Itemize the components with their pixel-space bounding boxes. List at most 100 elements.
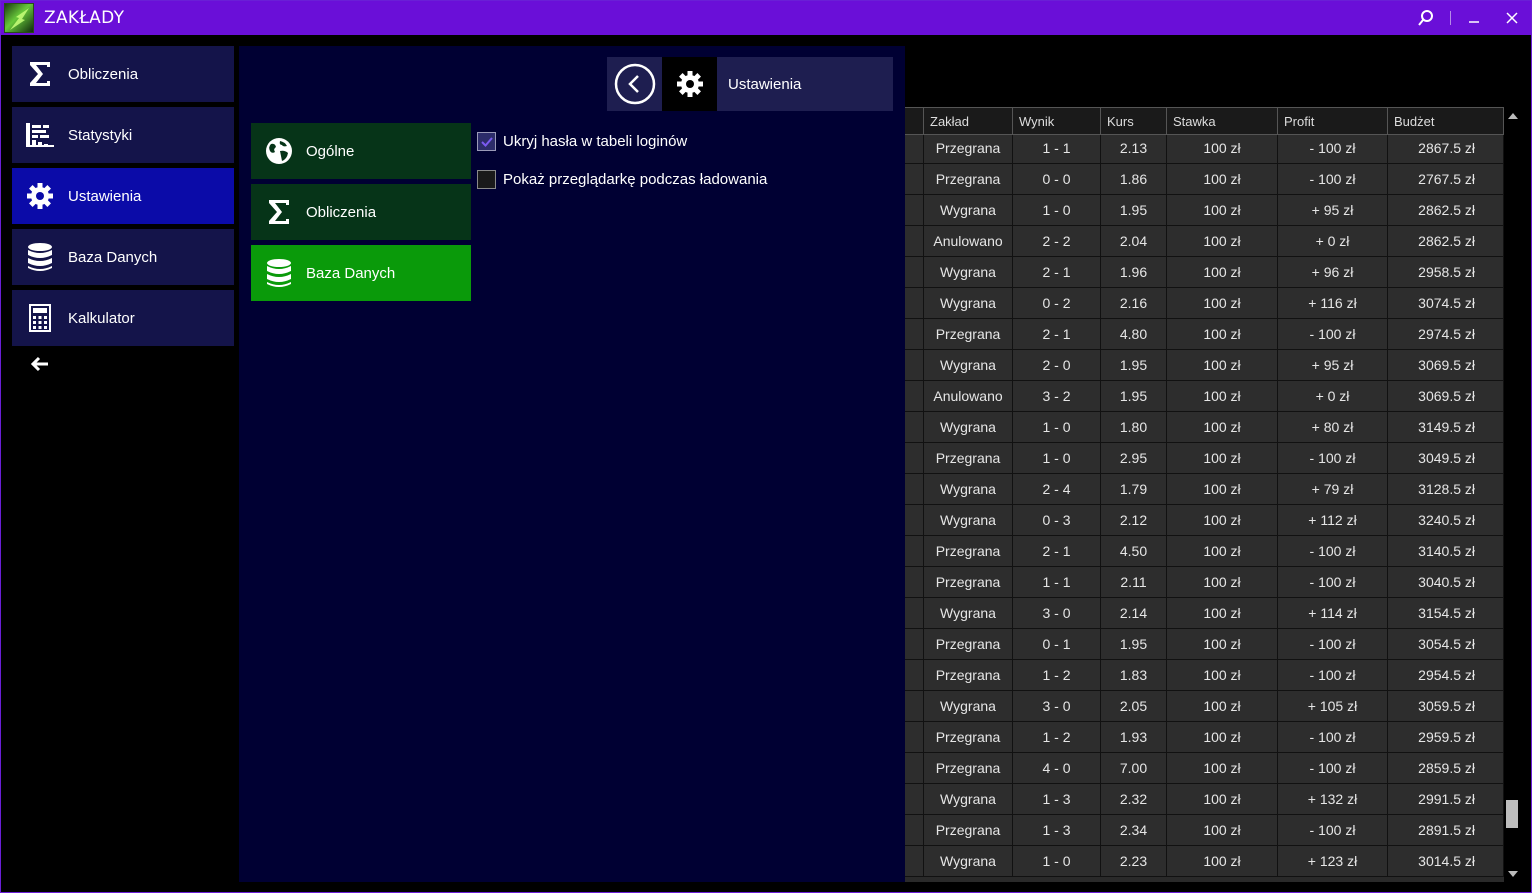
- column-header[interactable]: Wynik: [1013, 107, 1101, 135]
- row-selector[interactable]: [905, 567, 924, 598]
- table-cell: 2767.5 zł: [1388, 164, 1504, 195]
- row-selector[interactable]: [905, 164, 924, 195]
- table-row[interactable]: Przegrana 2 - 1 4.80 100 zł - 100 zł 2974.5 z…: [905, 319, 1504, 350]
- table-row[interactable]: Przegrana 2 - 1 4.50 100 zł - 100 zł 3140.5 z…: [905, 536, 1504, 567]
- search-icon[interactable]: [1407, 1, 1445, 35]
- row-selector[interactable]: [905, 288, 924, 319]
- table-row[interactable]: Wygrana 3 - 0 2.14 100 zł + 114 zł 3154.5 zł: [905, 598, 1504, 629]
- column-header[interactable]: Zakład: [924, 107, 1013, 135]
- table-cell: 1.96: [1101, 257, 1167, 288]
- subnav-item-obliczenia[interactable]: Obliczenia: [251, 184, 471, 240]
- table-scrollbar[interactable]: [1504, 107, 1521, 882]
- table-cell: 1.79: [1101, 474, 1167, 505]
- table-cell: 0 - 1: [1013, 629, 1101, 660]
- table-cell: 2 - 1: [1013, 257, 1101, 288]
- row-selector[interactable]: [905, 226, 924, 257]
- scroll-up-icon[interactable]: [1504, 107, 1521, 124]
- row-selector[interactable]: [905, 815, 924, 846]
- table-row[interactable]: Przegrana 0 - 1 1.95 100 zł - 100 zł 3054.5 z…: [905, 629, 1504, 660]
- table-cell: - 100 zł: [1278, 536, 1388, 567]
- nav-item-kalkulator[interactable]: Kalkulator: [12, 290, 234, 346]
- scroll-thumb[interactable]: [1506, 800, 1518, 828]
- table-cell: + 105 zł: [1278, 691, 1388, 722]
- table-row[interactable]: Wygrana 1 - 3 2.32 100 zł + 132 zł 2991.5 zł: [905, 784, 1504, 815]
- row-selector[interactable]: [905, 505, 924, 536]
- table-row[interactable]: Przegrana 0 - 0 1.86 100 zł - 100 zł 2767.5 z…: [905, 164, 1504, 195]
- scroll-down-icon[interactable]: [1504, 865, 1521, 882]
- collapse-arrow-icon[interactable]: [30, 356, 234, 376]
- table-row[interactable]: Wygrana 2 - 1 1.96 100 zł + 96 zł 2958.5 zł: [905, 257, 1504, 288]
- table-row[interactable]: Wygrana 0 - 3 2.12 100 zł + 112 zł 3240.5 zł: [905, 505, 1504, 536]
- table-row[interactable]: Wygrana 1 - 0 1.95 100 zł + 95 zł 2862.5 zł: [905, 195, 1504, 226]
- row-selector[interactable]: [905, 133, 924, 164]
- row-selector[interactable]: [905, 598, 924, 629]
- table-row[interactable]: Przegrana 1 - 1 2.13 100 zł - 100 zł 2867.5 z…: [905, 133, 1504, 164]
- row-selector[interactable]: [905, 629, 924, 660]
- show-browser-checkbox[interactable]: [477, 169, 496, 189]
- table-row[interactable]: Anulowano 2 - 2 2.04 100 zł + 0 zł 2862.5 zł: [905, 226, 1504, 257]
- option-label: Pokaż przeglądarkę podczas ładowania: [503, 170, 768, 188]
- option-hide-passwords[interactable]: Ukryj hasła w tabeli loginów: [477, 130, 767, 152]
- table-cell: Anulowano: [924, 381, 1013, 412]
- row-selector[interactable]: [905, 319, 924, 350]
- table-cell: 2.32: [1101, 784, 1167, 815]
- table-row[interactable]: Przegrana 1 - 2 1.83 100 zł - 100 zł 2954.5 z…: [905, 660, 1504, 691]
- row-selector[interactable]: [905, 784, 924, 815]
- row-selector[interactable]: [905, 257, 924, 288]
- table-cell: 3069.5 zł: [1388, 381, 1504, 412]
- row-selector[interactable]: [905, 195, 924, 226]
- row-selector[interactable]: [905, 846, 924, 877]
- table-row[interactable]: Wygrana 1 - 0 1.80 100 zł + 80 zł 3149.5 zł: [905, 412, 1504, 443]
- table-row[interactable]: Anulowano 3 - 2 1.95 100 zł + 0 zł 3069.5 zł: [905, 381, 1504, 412]
- table-row[interactable]: Wygrana 2 - 4 1.79 100 zł + 79 zł 3128.5 zł: [905, 474, 1504, 505]
- table-row[interactable]: Przegrana 1 - 3 2.34 100 zł - 100 zł 2891.5 z…: [905, 815, 1504, 846]
- table-row[interactable]: Wygrana 1 - 0 2.23 100 zł + 123 zł 3014.5 zł: [905, 846, 1504, 877]
- column-header[interactable]: Budżet: [1388, 107, 1504, 135]
- table-cell: Przegrana: [924, 443, 1013, 474]
- table-row[interactable]: Wygrana 3 - 0 2.05 100 zł + 105 zł 3059.5 zł: [905, 691, 1504, 722]
- column-header[interactable]: Kurs: [1101, 107, 1167, 135]
- table-row[interactable]: Wygrana 0 - 2 2.16 100 zł + 116 zł 3074.5 zł: [905, 288, 1504, 319]
- table-row[interactable]: Przegrana 4 - 0 7.00 100 zł - 100 zł 2859.5 z…: [905, 753, 1504, 784]
- column-header[interactable]: Stawka: [1167, 107, 1278, 135]
- nav-item-baza-danych[interactable]: Baza Danych: [12, 229, 234, 285]
- row-selector[interactable]: [905, 474, 924, 505]
- table-cell: 2859.5 zł: [1388, 753, 1504, 784]
- table-row[interactable]: Przegrana 1 - 1 2.11 100 zł - 100 zł 3040.5 z…: [905, 567, 1504, 598]
- row-selector[interactable]: [905, 691, 924, 722]
- table-row[interactable]: Przegrana 1 - 2 1.93 100 zł - 100 zł 2959.5 z…: [905, 722, 1504, 753]
- row-selector[interactable]: [905, 412, 924, 443]
- table-row[interactable]: Przegrana 1 - 0 2.95 100 zł - 100 zł 3049.5 z…: [905, 443, 1504, 474]
- table-cell: 1.83: [1101, 660, 1167, 691]
- subnav-item-baza-danych[interactable]: Baza Danych: [251, 245, 471, 301]
- title-bar[interactable]: ZAKŁADY: [1, 1, 1531, 35]
- minimize-button[interactable]: [1455, 1, 1493, 35]
- row-selector[interactable]: [905, 350, 924, 381]
- table-row[interactable]: Wygrana 2 - 0 1.95 100 zł + 95 zł 3069.5 zł: [905, 350, 1504, 381]
- table-body: Przegrana 1 - 1 2.13 100 zł - 100 zł 2867.5 z…: [905, 133, 1504, 877]
- nav-item-ustawienia[interactable]: Ustawienia: [12, 168, 234, 224]
- nav-item-obliczenia[interactable]: Obliczenia: [12, 46, 234, 102]
- table-cell: 3014.5 zł: [1388, 846, 1504, 877]
- table-cell: Wygrana: [924, 846, 1013, 877]
- table-cell: 4.50: [1101, 536, 1167, 567]
- row-selector[interactable]: [905, 753, 924, 784]
- table-cell: + 132 zł: [1278, 784, 1388, 815]
- table-cell: Wygrana: [924, 505, 1013, 536]
- row-selector[interactable]: [905, 722, 924, 753]
- column-header[interactable]: Profit: [1278, 107, 1388, 135]
- table-cell: 3049.5 zł: [1388, 443, 1504, 474]
- nav-item-statystyki[interactable]: Statystyki: [12, 107, 234, 163]
- back-button[interactable]: [607, 57, 662, 111]
- row-selector[interactable]: [905, 381, 924, 412]
- close-button[interactable]: [1493, 1, 1531, 35]
- option-show-browser[interactable]: Pokaż przeglądarkę podczas ładowania: [477, 168, 767, 190]
- table-cell: 4 - 0: [1013, 753, 1101, 784]
- hide-passwords-checkbox[interactable]: [477, 131, 496, 151]
- row-selector[interactable]: [905, 443, 924, 474]
- table-cell: 100 zł: [1167, 846, 1278, 877]
- row-selector[interactable]: [905, 660, 924, 691]
- row-selector[interactable]: [905, 536, 924, 567]
- subnav-item-ogolne[interactable]: Ogólne: [251, 123, 471, 179]
- table-cell: - 100 zł: [1278, 815, 1388, 846]
